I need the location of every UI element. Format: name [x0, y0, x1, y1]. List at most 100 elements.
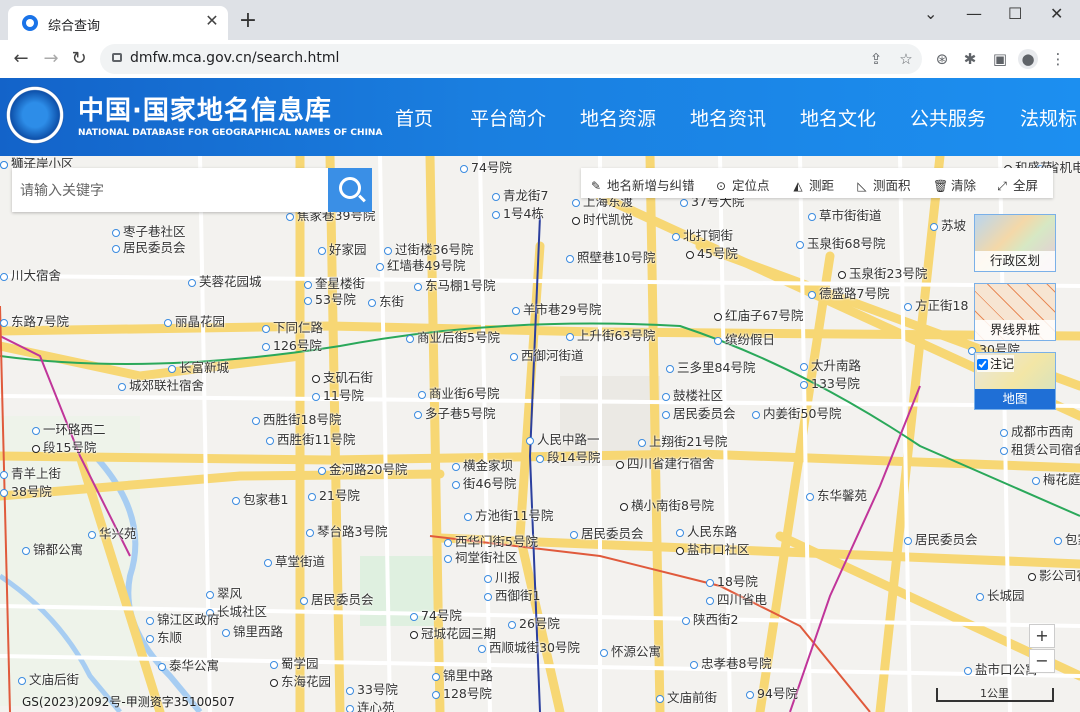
menu-kebab-icon[interactable]: ⋮: [1048, 49, 1068, 69]
map-canvas[interactable]: 74号院 青龙街7 1号4栋 上海东渡 时代凯悦 37号大院 草市街街道 焦家巷39号院 枣子巷…: [0, 156, 1080, 712]
tool-fullscreen[interactable]: ⤢ 全屏: [995, 175, 1038, 194]
poi-label[interactable]: 东马棚1号院: [414, 278, 495, 294]
tool-clear[interactable]: 🗑 清除: [933, 175, 976, 194]
forward-arrow-icon[interactable]: →: [40, 48, 62, 70]
poi-label[interactable]: 四川省建行宿舍: [616, 456, 715, 472]
poi-label[interactable]: 北打铜街: [672, 228, 733, 244]
poi-label[interactable]: 玉泉街68号院: [796, 236, 885, 252]
poi-label[interactable]: 段15号院: [32, 440, 96, 456]
minimize-icon[interactable]: —: [966, 4, 982, 23]
poi-label[interactable]: 26号院: [508, 616, 560, 632]
new-tab-button[interactable]: +: [236, 10, 260, 34]
poi-label[interactable]: 东海花园: [270, 674, 331, 690]
poi-label[interactable]: 居民委员会: [904, 532, 978, 548]
reload-icon[interactable]: ↻: [68, 48, 90, 70]
poi-label[interactable]: 33号院: [346, 682, 398, 698]
poi-label[interactable]: 18号院: [706, 574, 758, 590]
poi-label[interactable]: 横小南街8号院: [620, 498, 714, 514]
poi-label[interactable]: 下同仁路: [262, 320, 323, 336]
poi-label[interactable]: 青龙街7: [492, 188, 548, 204]
nav-culture[interactable]: 地名文化: [800, 104, 876, 131]
poi-label[interactable]: 怀源公寓: [600, 644, 661, 660]
poi-label[interactable]: 祠堂街社区: [444, 550, 518, 566]
maximize-icon[interactable]: ☐: [1008, 4, 1022, 23]
profile-avatar-icon[interactable]: ●: [1018, 49, 1038, 69]
poi-label[interactable]: 金河路20号院: [318, 462, 407, 478]
poi-label[interactable]: 西胜街18号院: [252, 412, 341, 428]
poi-label[interactable]: 盐市口社区: [676, 542, 750, 558]
poi-label[interactable]: 西胜街11号院: [266, 432, 355, 448]
poi-label[interactable]: 丽晶花园: [164, 314, 225, 330]
poi-label[interactable]: 文庙后街: [18, 672, 79, 688]
poi-label[interactable]: 琴台路3号院: [306, 524, 387, 540]
zoom-out-button[interactable]: −: [1029, 649, 1055, 673]
poi-label[interactable]: 商业后街5号院: [406, 330, 500, 346]
nav-resources[interactable]: 地名资源: [580, 104, 656, 131]
poi-label[interactable]: 时代凯悦: [572, 212, 633, 228]
poi-label[interactable]: 锦江区政府: [146, 612, 220, 628]
window-close-icon[interactable]: ✕: [1050, 4, 1063, 23]
puzzle-icon[interactable]: ✱: [960, 49, 980, 69]
nav-services[interactable]: 公共服务: [910, 104, 986, 131]
poi-label[interactable]: 羊市巷29号院: [512, 302, 601, 318]
annotation-toggle[interactable]: 注记: [977, 355, 1015, 372]
poi-label[interactable]: 126号院: [262, 338, 322, 354]
poi-label[interactable]: 西华门街5号院: [444, 534, 538, 550]
poi-label[interactable]: 人民中路一: [526, 432, 600, 448]
poi-label[interactable]: 太升南路: [800, 358, 861, 374]
extension-icon[interactable]: ⊛: [932, 49, 952, 69]
poi-label[interactable]: 西御街1: [484, 588, 540, 604]
poi-label[interactable]: 多子巷5号院: [414, 406, 495, 422]
poi-label[interactable]: 西顺城街30号院: [478, 640, 580, 656]
poi-label[interactable]: 74号院: [410, 608, 462, 624]
poi-label[interactable]: 忠孝巷8号院: [690, 656, 771, 672]
url-text[interactable]: dmfw.mca.gov.cn/search.html: [130, 50, 339, 66]
poi-label[interactable]: 一环路西二: [32, 422, 106, 438]
poi-label[interactable]: 94号院: [746, 686, 798, 702]
poi-label[interactable]: 川报: [484, 570, 520, 586]
site-title[interactable]: 中国·国家地名信息库: [78, 90, 332, 127]
back-arrow-icon[interactable]: ←: [10, 48, 32, 70]
tab-close-icon[interactable]: ✕: [202, 11, 222, 31]
poi-label[interactable]: 蜀学园: [270, 656, 319, 672]
poi-label[interactable]: 影公司宿舍: [1028, 568, 1080, 584]
poi-label[interactable]: 74号院: [460, 160, 512, 176]
annotation-checkbox[interactable]: [977, 359, 988, 370]
poi-label[interactable]: 居民委员会: [112, 240, 186, 256]
lock-icon[interactable]: [112, 53, 122, 62]
bookmark-star-icon[interactable]: ☆: [896, 49, 916, 69]
sidepanel-icon[interactable]: ▣: [990, 49, 1010, 69]
nav-about[interactable]: 平台简介: [470, 104, 546, 131]
tool-locate[interactable]: ⊙ 定位点: [714, 175, 770, 194]
poi-label[interactable]: 枣子巷社区: [112, 224, 186, 240]
address-bar[interactable]: dmfw.mca.gov.cn/search.html ⇪ ☆: [100, 44, 922, 74]
poi-label[interactable]: 锦里西路: [222, 624, 283, 640]
poi-label[interactable]: 方池街11号院: [464, 508, 553, 524]
poi-label[interactable]: 45号院: [686, 246, 738, 262]
poi-label[interactable]: 红墙巷49号院: [376, 258, 465, 274]
poi-label[interactable]: 包家巷77号院: [1054, 532, 1080, 548]
poi-label[interactable]: 草市街街道: [808, 208, 882, 224]
poi-label[interactable]: 东华馨苑: [806, 488, 867, 504]
poi-label[interactable]: 上翔街21号院: [638, 434, 727, 450]
poi-label[interactable]: 芙蓉花园城: [188, 274, 262, 290]
poi-label[interactable]: 租赁公司宿舍: [1000, 442, 1080, 458]
poi-label[interactable]: 成都市西南: [1000, 424, 1074, 440]
poi-label[interactable]: 1号4栋: [492, 206, 544, 222]
poi-label[interactable]: 梅花庭园: [1032, 472, 1080, 488]
poi-label[interactable]: 锦都公寓: [22, 542, 83, 558]
poi-label[interactable]: 锦里中路: [432, 668, 493, 684]
poi-label[interactable]: 53号院: [304, 292, 356, 308]
poi-label[interactable]: 草堂街道: [264, 554, 325, 570]
poi-label[interactable]: 21号院: [308, 488, 360, 504]
poi-label[interactable]: 128号院: [432, 686, 492, 702]
poi-label[interactable]: 段14号院: [536, 450, 600, 466]
poi-label[interactable]: 青羊上街: [0, 466, 61, 482]
poi-label[interactable]: 泰华公寓: [158, 658, 219, 674]
poi-label[interactable]: 红庙子67号院: [714, 308, 803, 324]
poi-label[interactable]: 陕西街2: [682, 612, 738, 628]
poi-label[interactable]: 四川省电: [706, 592, 767, 608]
poi-label[interactable]: 翠风: [206, 586, 242, 602]
poi-label[interactable]: 盐市口公寓: [964, 662, 1038, 678]
share-icon[interactable]: ⇪: [866, 49, 886, 69]
